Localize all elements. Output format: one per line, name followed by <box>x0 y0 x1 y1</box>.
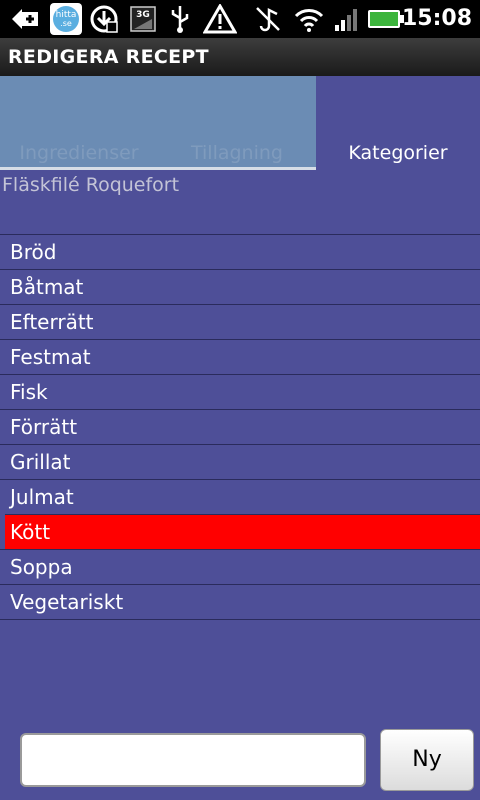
page-title: REDIGERA RECEPT <box>8 46 209 68</box>
add-icon <box>8 4 42 34</box>
category-list[interactable]: Bröd Båtmat Efterrätt Festmat Fisk Förrä… <box>0 234 480 620</box>
warning-icon <box>202 4 238 34</box>
list-item[interactable]: Fisk <box>0 374 480 409</box>
list-item[interactable]: Båtmat <box>0 269 480 304</box>
tab-ingredienser[interactable]: Ingredienser <box>0 76 158 170</box>
wifi-icon <box>292 4 326 34</box>
title-bar: REDIGERA RECEPT <box>0 38 480 77</box>
tab-tillagning[interactable]: Tillagning <box>158 76 316 170</box>
list-item[interactable]: Festmat <box>0 339 480 374</box>
svg-text:3G: 3G <box>136 10 150 20</box>
tab-label: Tillagning <box>191 142 283 164</box>
hitta-app-icon: hitta .se <box>48 3 84 35</box>
tab-bar: Ingredienser Tillagning Kategorier <box>0 76 480 170</box>
svg-text:.se: .se <box>60 19 72 28</box>
vibrate-muted-icon <box>252 4 284 34</box>
new-category-button[interactable]: Ny <box>380 729 474 791</box>
3g-icon: 3G <box>128 4 158 34</box>
list-item[interactable]: Grillat <box>0 444 480 479</box>
new-category-input[interactable] <box>20 733 366 787</box>
clock: 15:08 <box>401 6 472 31</box>
battery-icon <box>366 4 406 34</box>
status-bar: hitta .se 3G 15:08 <box>0 0 480 38</box>
list-item[interactable]: Julmat <box>0 479 480 514</box>
list-item[interactable]: Soppa <box>0 549 480 584</box>
list-item[interactable]: Bröd <box>0 234 480 269</box>
tab-kategorier[interactable]: Kategorier <box>316 76 480 170</box>
usb-icon <box>166 4 194 34</box>
tab-label: Ingredienser <box>19 142 139 164</box>
download-icon <box>88 4 120 34</box>
list-item[interactable]: Vegetariskt <box>0 584 480 620</box>
recipe-name: Fläskfilé Roquefort <box>2 174 180 196</box>
list-item[interactable]: Efterrätt <box>0 304 480 339</box>
tab-label: Kategorier <box>348 142 448 164</box>
list-item[interactable]: Förrätt <box>0 409 480 444</box>
list-item-selected[interactable]: Kött <box>5 514 480 549</box>
tab-underline <box>0 167 316 170</box>
signal-icon <box>332 4 362 34</box>
